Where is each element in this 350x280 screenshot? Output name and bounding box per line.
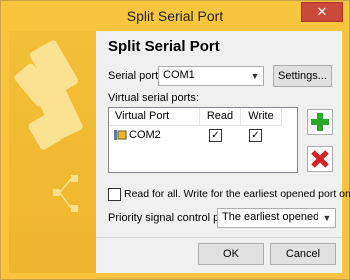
plus-icon [311, 113, 329, 131]
dialog-content: Split Serial Port Serial port: COM1 ▼ Se… [96, 31, 350, 273]
dialog-window: Split Serial Port ✕ Split Serial Port Se… [0, 0, 350, 280]
read-for-all-checkbox[interactable] [108, 188, 121, 201]
cancel-button[interactable]: Cancel [270, 243, 336, 265]
table-row[interactable]: COM2 ✓ ✓ [109, 127, 297, 143]
serial-port-label: Serial port: [108, 70, 162, 82]
chevron-down-icon: ▼ [322, 213, 332, 223]
virtual-ports-label: Virtual serial ports: [108, 92, 199, 104]
add-port-button[interactable] [307, 109, 333, 135]
serial-port-icon [114, 130, 127, 140]
read-checkbox[interactable]: ✓ [209, 129, 222, 142]
write-checkbox[interactable]: ✓ [249, 129, 262, 142]
divider [96, 237, 342, 238]
close-button[interactable]: ✕ [301, 2, 343, 22]
dialog-heading: Split Serial Port [108, 38, 220, 55]
column-header-write[interactable]: Write [241, 108, 282, 126]
split-port-symbol-icon [53, 175, 78, 212]
column-header-read[interactable]: Read [200, 108, 241, 126]
remove-port-button[interactable] [307, 146, 333, 172]
chevron-down-icon: ▼ [250, 71, 260, 81]
column-header-virtual-port[interactable]: Virtual Port [109, 108, 200, 126]
window-title: Split Serial Port [126, 8, 224, 24]
priority-select[interactable]: The earliest opened po ▼ [217, 208, 336, 228]
serial-port-select[interactable]: COM1 ▼ [158, 66, 264, 86]
priority-value: The earliest opened po [222, 211, 318, 223]
read-for-all-label: Read for all. Write for the earliest ope… [124, 188, 350, 200]
virtual-port-name: COM2 [129, 129, 161, 141]
serial-port-value: COM1 [163, 69, 195, 81]
serial-cable-illustration [14, 40, 83, 212]
settings-button[interactable]: Settings... [273, 65, 332, 87]
ok-button[interactable]: OK [198, 243, 264, 265]
side-banner [9, 31, 96, 273]
virtual-ports-table[interactable]: Virtual Port Read Write COM2 ✓ ✓ [108, 107, 298, 173]
title-bar[interactable]: Split Serial Port ✕ [1, 1, 349, 31]
x-icon [311, 150, 329, 168]
